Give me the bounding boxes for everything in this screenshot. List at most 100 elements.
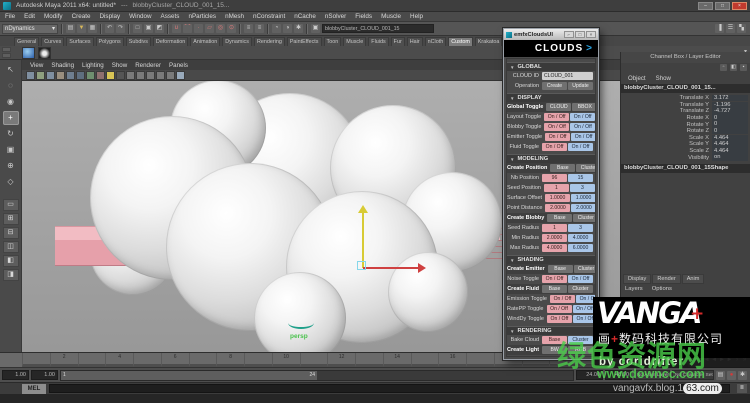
- redo-icon[interactable]: ↷: [116, 24, 125, 33]
- range-slider-groove[interactable]: 1 24: [60, 370, 574, 381]
- textured-mode-icon[interactable]: [96, 71, 105, 80]
- menu-nconstraint[interactable]: nConstraint: [253, 13, 285, 20]
- viewport-menu-renderer[interactable]: Renderer: [135, 62, 161, 69]
- snap-center-icon[interactable]: ⊙: [227, 24, 236, 33]
- shelf-tab-rendering[interactable]: Rendering: [254, 37, 285, 46]
- shelf-tab-curves[interactable]: Curves: [41, 37, 64, 46]
- create-position-cell-0[interactable]: Base: [550, 164, 575, 172]
- ipr-render-icon[interactable]: ◑: [283, 24, 292, 33]
- timeline-frame-12[interactable]: 12: [327, 353, 355, 367]
- channel-manip-on-icon[interactable]: ▪: [740, 64, 747, 71]
- script-editor-icon[interactable]: ≣: [737, 384, 747, 393]
- input-connections-icon[interactable]: ≡: [244, 24, 253, 33]
- layout-two-stacked[interactable]: ⊟: [3, 227, 19, 239]
- mel-tab[interactable]: MEL: [22, 384, 46, 394]
- render-settings-icon[interactable]: ✱: [294, 24, 303, 33]
- timeline-frame-2[interactable]: 2: [50, 353, 78, 367]
- lock-camera-icon[interactable]: [36, 71, 45, 80]
- layer-menu-options[interactable]: Options: [652, 286, 672, 292]
- show-attribute-editor-icon[interactable]: ▐: [715, 24, 724, 33]
- menu-set-dropdown[interactable]: nDynamics ▾: [2, 24, 58, 34]
- shelf-tab-surfaces[interactable]: Surfaces: [66, 37, 93, 46]
- shelf-tab-animation[interactable]: Animation: [190, 37, 220, 46]
- shelf-tab-hair[interactable]: Hair: [407, 37, 423, 46]
- timeline-frame-4[interactable]: 4: [105, 353, 133, 367]
- move-manipulator-center-handle[interactable]: [357, 261, 366, 270]
- xray-mode-icon[interactable]: [176, 71, 185, 80]
- move-manipulator-y-arrowhead[interactable]: [358, 205, 368, 213]
- shelf-tab-toon[interactable]: Toon: [324, 37, 342, 46]
- shelf-tab-deformation[interactable]: Deformation: [153, 37, 188, 46]
- attr-value-rotate-z[interactable]: 0: [712, 128, 748, 134]
- viewport-menu-lighting[interactable]: Lighting: [82, 62, 104, 69]
- timeline-frame-9[interactable]: [244, 353, 272, 367]
- global-toggle-cell-1[interactable]: BBOX: [572, 103, 596, 111]
- timeline-frame-13[interactable]: [355, 353, 383, 367]
- layout-toggle-cell-0[interactable]: On / Off: [544, 113, 569, 121]
- channel-menu-show[interactable]: Show: [656, 75, 671, 82]
- shape-node-name[interactable]: blobbyCluster_CLOUD_001_15Shape: [621, 164, 750, 173]
- menu-ncache[interactable]: nCache: [294, 13, 316, 20]
- nb-position-cell-0[interactable]: 96: [542, 174, 567, 182]
- layout-toggle-cell-1[interactable]: On / Off: [570, 113, 595, 121]
- blobby-toggle-cell-1[interactable]: On / Off: [570, 123, 595, 131]
- shelf-tab-polygons[interactable]: Polygons: [96, 37, 124, 46]
- nb-position-cell-1[interactable]: 15: [568, 174, 593, 182]
- timeline-frame-8[interactable]: 8: [216, 353, 244, 367]
- attr-value-scale-x[interactable]: 4.464: [712, 135, 748, 141]
- layout-four-pane[interactable]: ⊞: [3, 213, 19, 225]
- fluid-toggle-cell-0[interactable]: On / Off: [542, 143, 567, 151]
- menu-create[interactable]: Create: [72, 13, 91, 20]
- minimize-button[interactable]: –: [698, 2, 713, 10]
- new-scene-icon[interactable]: ▤: [66, 24, 75, 33]
- collapse-button[interactable]: □: [575, 31, 585, 38]
- shelf-switcher[interactable]: [2, 47, 11, 58]
- selection-name-field[interactable]: blobbyCluster_CLOUD_001_15: [322, 24, 434, 33]
- winddy-toggle-cell-0[interactable]: On / Off: [547, 315, 572, 323]
- menu-assets[interactable]: Assets: [161, 13, 180, 20]
- shelf-tab-muscle[interactable]: Muscle: [343, 37, 366, 46]
- attr-value-rotate-y[interactable]: 0: [712, 121, 748, 127]
- emission-toggle-cell-0[interactable]: On / Off: [550, 295, 575, 303]
- scale-tool[interactable]: ▣: [3, 143, 19, 157]
- smooth-shade-mode-icon[interactable]: [86, 71, 95, 80]
- playback-start-field[interactable]: 1.00: [31, 370, 58, 380]
- attr-value-rotate-x[interactable]: 0: [712, 115, 748, 121]
- noise-toggle-cell-1[interactable]: On / Off: [568, 275, 593, 283]
- operation-cell-0[interactable]: Create: [542, 82, 567, 90]
- max-radius-cell-0[interactable]: 4.0000: [542, 244, 567, 252]
- auto-key-icon[interactable]: ●: [727, 371, 736, 380]
- image-plane-icon[interactable]: [66, 71, 75, 80]
- selected-object-name[interactable]: blobbyCluster_CLOUD_001_15...: [621, 84, 750, 93]
- snap-point-icon[interactable]: ∙: [194, 24, 203, 33]
- snap-curve-icon[interactable]: ⌒: [183, 24, 192, 33]
- min-radius-cell-1[interactable]: 4.0000: [568, 234, 593, 242]
- timeline-frame-6[interactable]: 6: [161, 353, 189, 367]
- layer-menu-layers[interactable]: Layers: [625, 286, 643, 292]
- emitter-toggle-cell-0[interactable]: On / Off: [545, 133, 570, 141]
- isolate-select-icon[interactable]: [166, 71, 175, 80]
- move-manipulator-x-axis[interactable]: [363, 267, 419, 269]
- menu-fields[interactable]: Fields: [355, 13, 372, 20]
- create-fluid-cell-1[interactable]: Cluster: [568, 285, 593, 293]
- menu-nmesh[interactable]: nMesh: [225, 13, 244, 20]
- bookmarks-icon[interactable]: [56, 71, 65, 80]
- surface-offset-cell-1[interactable]: 1.0000: [571, 194, 596, 202]
- cloud-sphere[interactable]: [388, 252, 468, 332]
- shelf-item-particle-cloud-icon[interactable]: [38, 47, 51, 59]
- make-live-icon[interactable]: ◎: [216, 24, 225, 33]
- select-camera-icon[interactable]: [26, 71, 35, 80]
- attr-value-translate-z[interactable]: -4.727: [712, 108, 748, 114]
- shelf-tab-dynamics[interactable]: Dynamics: [222, 37, 252, 46]
- shelf-tab-painteffects[interactable]: PaintEffects: [287, 37, 322, 46]
- close-button[interactable]: ×: [586, 31, 596, 38]
- select-object-icon[interactable]: ▣: [144, 24, 153, 33]
- clouds-window-titlebar[interactable]: emfxCloudsUI ⌐□×: [504, 29, 598, 40]
- attr-value-visibility[interactable]: on: [712, 154, 748, 160]
- safe-action-icon[interactable]: [156, 71, 165, 80]
- move-manipulator-y-axis[interactable]: [362, 212, 364, 268]
- seed-radius-cell-1[interactable]: 3: [568, 224, 593, 232]
- timeline-frame-17[interactable]: [466, 353, 494, 367]
- max-radius-cell-1[interactable]: 6.0000: [568, 244, 593, 252]
- resolution-gate-icon[interactable]: [126, 71, 135, 80]
